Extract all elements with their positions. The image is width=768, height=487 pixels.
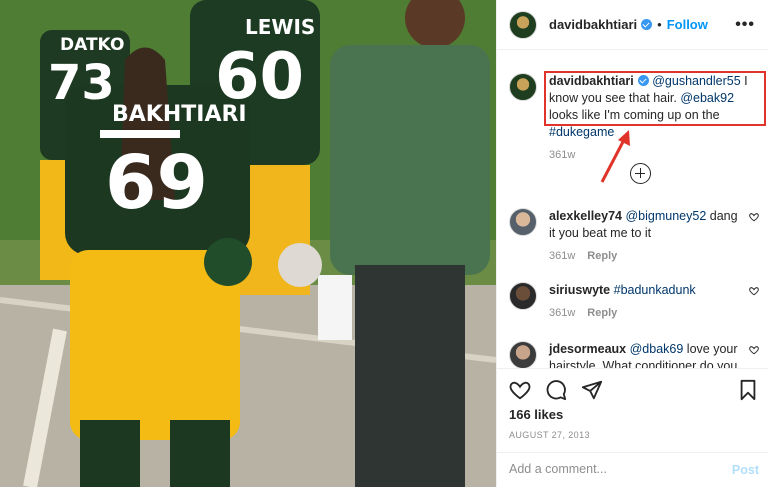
post-date[interactable]: AUGUST 27, 2013: [509, 430, 590, 440]
header-username[interactable]: davidbakhtiari: [549, 17, 637, 32]
timestamp[interactable]: 361w: [549, 149, 575, 161]
heart-icon[interactable]: [749, 212, 759, 222]
mention-link[interactable]: @dbak69: [630, 342, 684, 356]
comment-username[interactable]: alexkelley74: [549, 209, 622, 223]
jersey-name-datko: DATKO: [60, 35, 125, 55]
timestamp[interactable]: 361w: [549, 250, 575, 262]
post-header: davidbakhtiari • Follow •••: [497, 0, 768, 50]
caption-meta: 361w: [549, 149, 759, 161]
comment-input[interactable]: [509, 462, 709, 476]
jersey-number-73: 73: [48, 55, 115, 111]
post-photo[interactable]: DATKO 73 LEWIS 60 BAKHTIARI 69: [0, 0, 496, 487]
highlight-box: [544, 71, 766, 126]
avatar[interactable]: [509, 73, 537, 101]
follow-button[interactable]: Follow: [667, 17, 708, 32]
comment-text: siriuswyte #badunkadunk: [549, 282, 741, 299]
avatar[interactable]: [509, 282, 537, 310]
post-actions: 166 likes AUGUST 27, 2013 Post: [497, 368, 768, 487]
jersey-name-bakhtiari: BAKHTIARI: [112, 102, 247, 127]
comment-username[interactable]: jdesormeaux: [549, 342, 626, 356]
verified-badge-icon: [641, 19, 653, 30]
post-button[interactable]: Post: [732, 463, 759, 477]
add-comment-bar: Post: [497, 452, 768, 487]
reply-button[interactable]: Reply: [587, 307, 617, 319]
mention-link[interactable]: @bigmuney52: [625, 209, 706, 223]
heart-icon[interactable]: [749, 345, 759, 355]
avatar[interactable]: [509, 208, 537, 236]
heart-icon[interactable]: [749, 286, 759, 296]
separator-dot: •: [657, 17, 662, 32]
comment-username[interactable]: siriuswyte: [549, 283, 610, 297]
comment-text: alexkelley74 @bigmuney52 dang it you bea…: [549, 208, 741, 242]
jersey-name-lewis: LEWIS: [245, 15, 316, 39]
save-button[interactable]: [737, 379, 759, 406]
post-sidebar: davidbakhtiari • Follow ••• davidbakhtia…: [496, 0, 768, 487]
comment-meta: 361w Reply: [549, 307, 759, 319]
comments-list[interactable]: davidbakhtiari @gushandler55 I know you …: [497, 51, 768, 368]
avatar[interactable]: [509, 341, 537, 368]
comment-item: alexkelley74 @bigmuney52 dang it you bea…: [509, 208, 759, 262]
hashtag-link[interactable]: #badunkadunk: [614, 283, 696, 297]
comment-item: jdesormeaux @dbak69 love your hairstyle.…: [509, 341, 759, 368]
comment-text: jdesormeaux @dbak69 love your hairstyle.…: [549, 341, 741, 368]
annotation-arrow-icon: [600, 130, 630, 183]
heart-icon[interactable]: [509, 379, 531, 401]
bookmark-icon[interactable]: [737, 379, 759, 401]
timestamp[interactable]: 361w: [549, 307, 575, 319]
share-icon[interactable]: [581, 379, 603, 401]
comment-item: siriuswyte #badunkadunk 361w Reply: [509, 282, 759, 319]
comment-meta: 361w Reply: [549, 250, 759, 262]
reply-button[interactable]: Reply: [587, 250, 617, 262]
comment-icon[interactable]: [545, 379, 567, 401]
avatar[interactable]: [509, 10, 537, 39]
action-icons: [509, 379, 603, 401]
more-icon[interactable]: •••: [735, 16, 755, 34]
jersey-number-69: 69: [105, 140, 208, 226]
likes-count[interactable]: 166 likes: [509, 407, 563, 422]
